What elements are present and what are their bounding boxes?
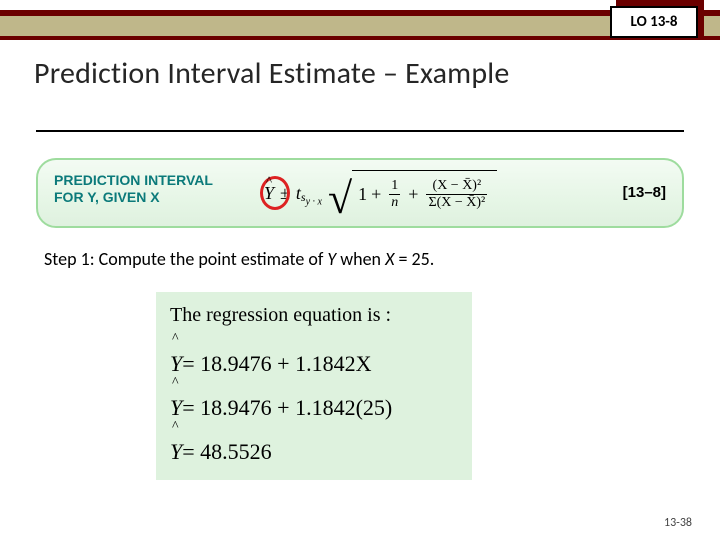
frac-1-over-n: 1 n xyxy=(389,178,400,211)
formula-equation: Y ± t sy · x √ 1 + 1 n + (X − X̄)² Σ(X −… xyxy=(264,164,497,222)
y-var: Y xyxy=(170,351,182,377)
calc-box: The regression equation is : ^ Y = 18.94… xyxy=(156,292,472,480)
hat-icon: ^ xyxy=(172,375,179,391)
y-var: Y xyxy=(170,395,182,421)
frac-ssx: (X − X̄)² Σ(X − X̄)² xyxy=(426,178,487,211)
page-title: Prediction Interval Estimate – Example xyxy=(34,55,510,92)
page-number: 13-38 xyxy=(664,516,692,530)
hat-icon: ^ xyxy=(172,419,179,435)
plus-2: + xyxy=(408,184,418,205)
rhs-1: = 18.9476 + 1.1842X xyxy=(182,351,371,377)
formula-label-line2: FOR Y, GIVEN X xyxy=(54,189,213,206)
calc-heading: The regression equation is : xyxy=(170,304,458,327)
rhs-3: = 48.5526 xyxy=(182,439,271,465)
formula-label-line1: PREDICTION INTERVAL xyxy=(54,172,213,189)
s-sub: sy · x xyxy=(301,190,322,207)
formula-label: PREDICTION INTERVAL FOR Y, GIVEN X xyxy=(54,172,213,206)
radical-sign: √ xyxy=(328,188,352,210)
rhs-2: = 18.9476 + 1.1842(25) xyxy=(182,395,392,421)
step-1-text: Step 1: Compute the point estimate of Y … xyxy=(44,248,434,270)
slide: LO 13-8 Prediction Interval Estimate – E… xyxy=(0,0,720,540)
sqrt-icon: √ 1 + 1 n + (X − X̄)² Σ(X − X̄)² xyxy=(328,170,497,216)
calc-line-1: ^ Y = 18.9476 + 1.1842X xyxy=(170,333,458,377)
plus-1: + xyxy=(371,184,381,205)
radicand: 1 + 1 n + (X − X̄)² Σ(X − X̄)² xyxy=(352,170,497,216)
formula-reference: [13–8] xyxy=(623,184,666,201)
one: 1 xyxy=(358,184,367,205)
calc-line-2: ^ Y = 18.9476 + 1.1842(25) xyxy=(170,377,458,421)
calc-line-3: ^ Y = 48.5526 xyxy=(170,421,458,465)
horizontal-rule xyxy=(36,130,684,132)
y-var: Y xyxy=(170,439,182,465)
y-hat: Y xyxy=(264,183,274,204)
lo-badge: LO 13-8 xyxy=(610,6,698,38)
formula-box: PREDICTION INTERVAL FOR Y, GIVEN X Y ± t… xyxy=(36,158,684,228)
hat-icon: ^ xyxy=(172,331,179,347)
